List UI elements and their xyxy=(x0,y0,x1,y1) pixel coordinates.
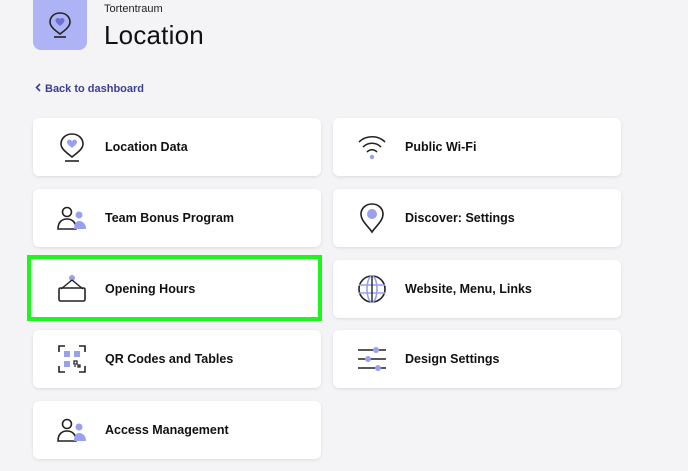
card-team-bonus-program[interactable]: Team Bonus Program xyxy=(33,189,321,247)
globe-icon xyxy=(355,272,389,306)
card-label: Opening Hours xyxy=(105,282,196,296)
card-label: Location Data xyxy=(105,140,188,154)
card-label: Public Wi-Fi xyxy=(405,140,477,154)
card-label: Access Management xyxy=(105,423,229,437)
card-opening-hours[interactable]: Opening Hours xyxy=(33,260,321,318)
location-heart-icon xyxy=(33,0,87,50)
page-title: Location xyxy=(104,20,204,50)
card-label: Team Bonus Program xyxy=(105,211,234,225)
location-heart-icon xyxy=(55,130,89,164)
sliders-icon xyxy=(355,342,389,376)
location-subtitle: Tortentraum xyxy=(104,3,163,15)
card-public-wifi[interactable]: Public Wi-Fi xyxy=(333,118,621,176)
users-icon xyxy=(55,413,89,447)
card-discover-settings[interactable]: Discover: Settings xyxy=(333,189,621,247)
map-pin-icon xyxy=(355,201,389,235)
back-to-dashboard-link[interactable]: Back to dashboard xyxy=(35,83,144,95)
card-website-menu-links[interactable]: Website, Menu, Links xyxy=(333,260,621,318)
card-design-settings[interactable]: Design Settings xyxy=(333,330,621,388)
card-qr-codes-and-tables[interactable]: QR Codes and Tables xyxy=(33,330,321,388)
card-label: Website, Menu, Links xyxy=(405,282,532,296)
card-access-management[interactable]: Access Management xyxy=(33,401,321,459)
page-header: Tortentraum Location xyxy=(33,0,204,51)
hanging-sign-icon xyxy=(55,272,89,306)
chevron-left-icon xyxy=(35,83,41,95)
card-location-data[interactable]: Location Data xyxy=(33,118,321,176)
back-link-label: Back to dashboard xyxy=(45,83,145,95)
card-label: QR Codes and Tables xyxy=(105,352,234,366)
wifi-icon xyxy=(355,130,389,164)
card-label: Discover: Settings xyxy=(405,211,515,225)
team-icon xyxy=(55,201,89,235)
qr-code-icon xyxy=(55,342,89,376)
card-label: Design Settings xyxy=(405,352,500,366)
